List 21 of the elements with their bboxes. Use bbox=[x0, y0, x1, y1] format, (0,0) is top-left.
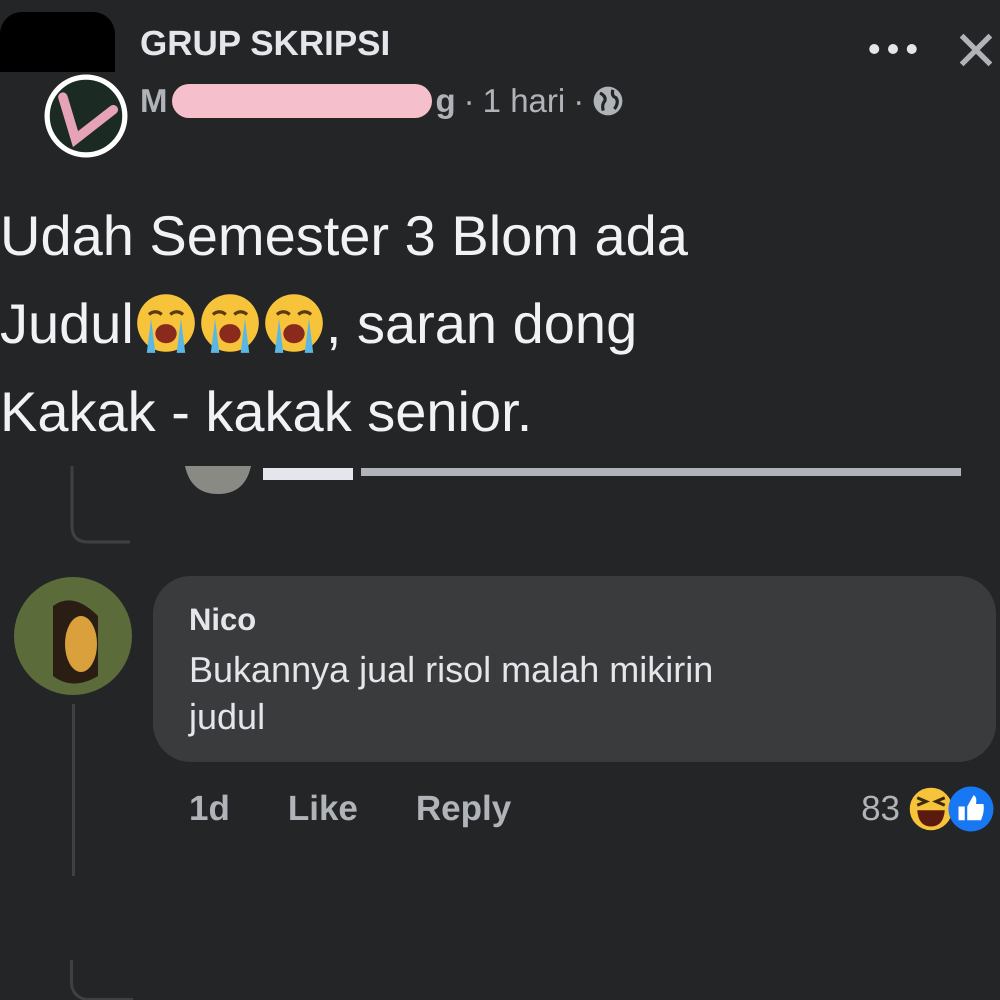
author-name-start[interactable]: M bbox=[140, 82, 168, 120]
comment-action-link[interactable]: Reply bbox=[416, 789, 512, 829]
group-name[interactable]: GRUP SKRIPSI bbox=[140, 24, 868, 64]
author-name-end[interactable]: g bbox=[436, 82, 456, 120]
comment-text: Bukannya jual risol malah mikirin judul bbox=[189, 648, 714, 739]
cut-off-avatar bbox=[185, 466, 251, 496]
thread-line bbox=[70, 960, 133, 1000]
commenter-name[interactable]: Nico bbox=[189, 602, 960, 638]
comment-time: 1d bbox=[189, 789, 230, 829]
globe-icon bbox=[592, 85, 624, 117]
close-icon[interactable] bbox=[958, 32, 994, 68]
thumbs-up-icon bbox=[946, 784, 996, 834]
separator-dot: · bbox=[573, 82, 584, 120]
comment-action-link[interactable]: Like bbox=[288, 789, 358, 829]
separator-dot: · bbox=[464, 82, 475, 120]
post-text: Udah Semester 3 Blom ada Judul , saran dong Kakak - kakak senior. bbox=[0, 203, 689, 445]
user-avatar[interactable] bbox=[44, 74, 128, 158]
post-time[interactable]: 1 hari bbox=[482, 82, 566, 120]
reaction-count[interactable]: 83 bbox=[861, 789, 900, 829]
more-options-icon[interactable] bbox=[868, 42, 918, 56]
commenter-avatar[interactable] bbox=[13, 576, 133, 696]
